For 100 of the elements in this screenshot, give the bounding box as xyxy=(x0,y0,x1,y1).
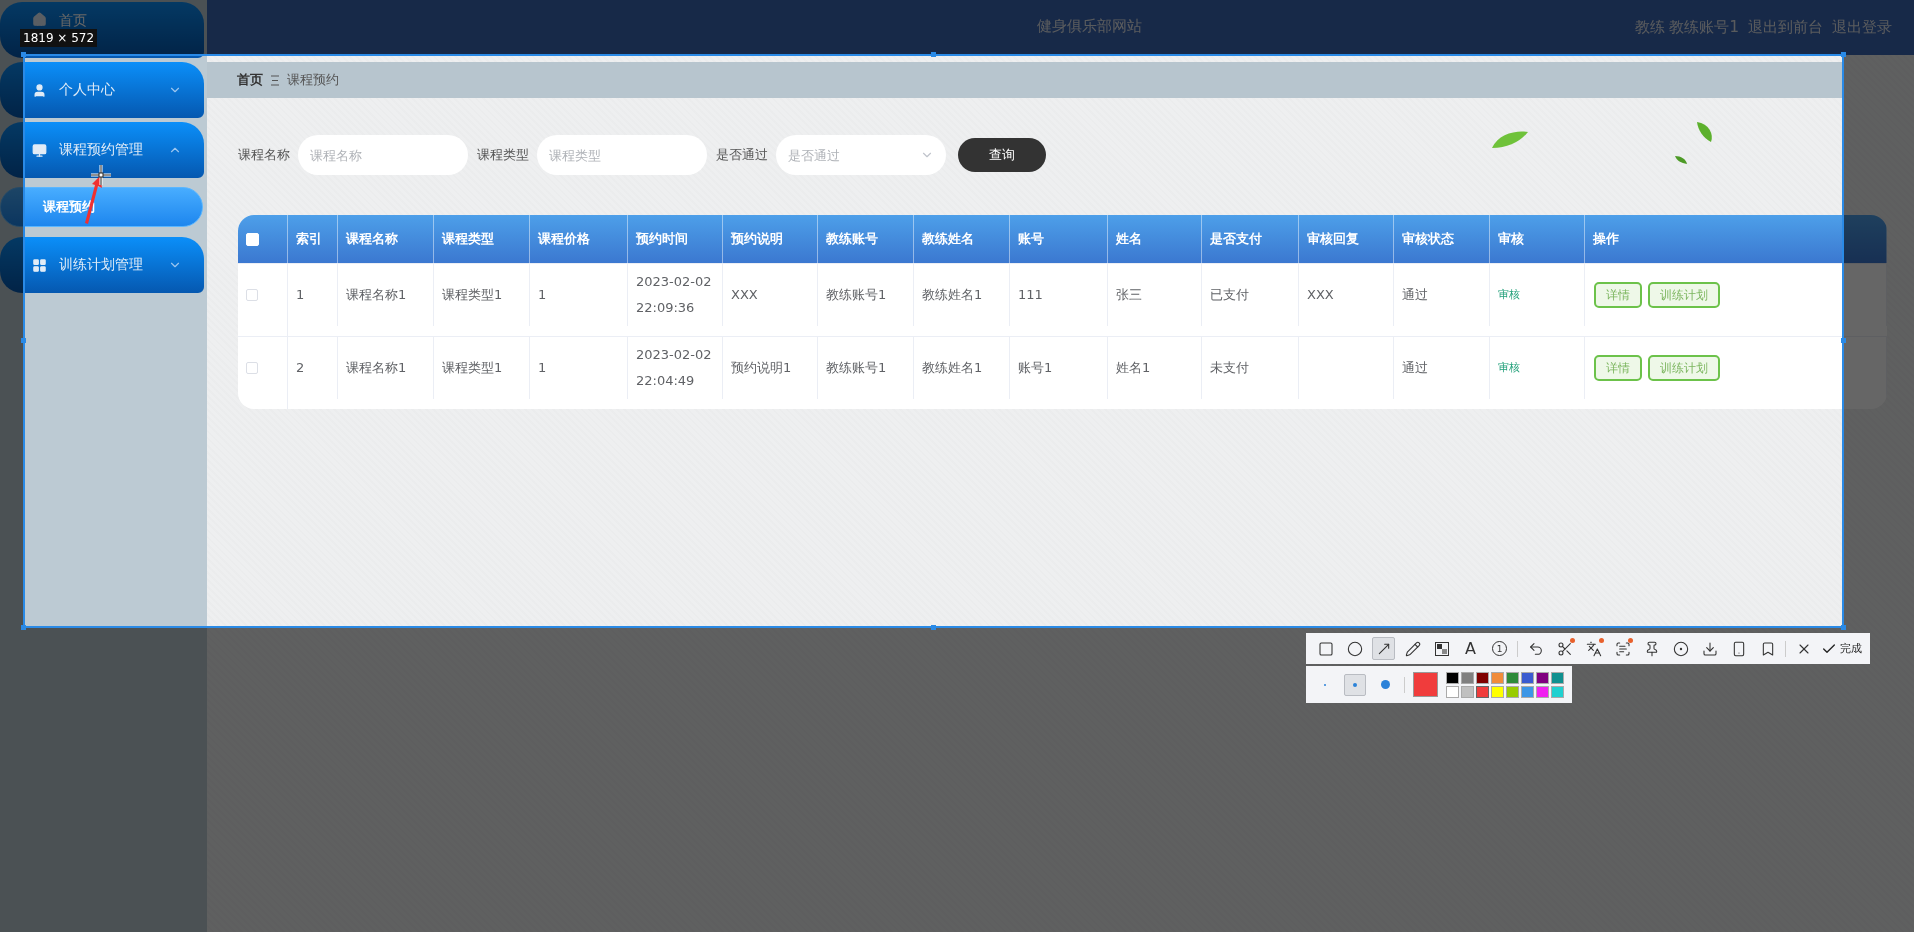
plan-button[interactable]: 训练计划 xyxy=(1648,282,1720,308)
pencil-icon xyxy=(1404,640,1421,657)
resize-handle[interactable] xyxy=(931,625,936,630)
color-swatch[interactable] xyxy=(1491,685,1504,698)
color-swatch[interactable] xyxy=(1521,685,1534,698)
column-header: 课程价格 xyxy=(530,215,628,263)
badge-dot xyxy=(1599,638,1604,643)
table-cell-text: 张三 xyxy=(1116,286,1142,304)
table-cell-text: 课程类型1 xyxy=(442,286,503,304)
nav-icon xyxy=(32,142,47,158)
resize-handle[interactable] xyxy=(21,338,26,343)
color-swatch[interactable] xyxy=(1491,671,1504,684)
table-cell-text: 教练账号1 xyxy=(826,286,887,304)
plan-button[interactable]: 训练计划 xyxy=(1648,355,1720,381)
breadcrumb-item: 课程预约 xyxy=(287,71,339,89)
color-swatch[interactable] xyxy=(1476,685,1489,698)
table-cell-text: 2023-02-02 22:04:49 xyxy=(636,346,713,390)
table-cell-text: 已支付 xyxy=(1210,286,1249,304)
toolbar-button[interactable]: A xyxy=(1459,637,1482,660)
breadcrumb-item[interactable]: 首页 xyxy=(237,71,263,89)
table-cell-text: 预约说明1 xyxy=(731,359,792,377)
table-cell-text: 111 xyxy=(1018,286,1043,304)
toolbar-button[interactable] xyxy=(1372,637,1395,660)
mosaic-icon xyxy=(1434,641,1449,656)
table-cell-text: 账号1 xyxy=(1018,359,1053,377)
leaf-icon xyxy=(1674,155,1688,165)
header-link[interactable]: 退出登录 xyxy=(1832,18,1892,37)
table-cell-text: 教练姓名1 xyxy=(922,286,983,304)
color-swatch[interactable] xyxy=(1446,685,1459,698)
table-cell-text: XXX xyxy=(731,286,758,304)
select-all-checkbox[interactable] xyxy=(246,232,259,246)
column-header: 课程类型 xyxy=(434,215,530,263)
sidebar-item[interactable]: 课程预约管理 xyxy=(0,122,204,178)
column-header: 预约说明 xyxy=(723,215,818,263)
search-button[interactable]: 查询 xyxy=(958,138,1046,172)
table-cell-text: 1 xyxy=(538,359,547,377)
details-button[interactable]: 详情 xyxy=(1594,282,1642,308)
select-field[interactable]: 是否通过 xyxy=(776,135,946,175)
column-header: 是否支付 xyxy=(1202,215,1299,263)
column-header: 审核 xyxy=(1490,215,1585,263)
color-swatch[interactable] xyxy=(1506,671,1519,684)
row-checkbox[interactable] xyxy=(246,362,258,374)
table-cell-text: 1 xyxy=(296,286,305,304)
badge-dot xyxy=(1570,638,1575,643)
resize-handle[interactable] xyxy=(1841,52,1846,57)
badge-dot xyxy=(1628,638,1633,643)
color-swatch[interactable] xyxy=(1506,685,1519,698)
review-link[interactable]: 审核 xyxy=(1498,282,1520,308)
color-swatch[interactable] xyxy=(1551,671,1564,684)
done-button[interactable]: 完成 xyxy=(1821,640,1862,657)
search-field[interactable]: 课程类型 xyxy=(537,135,707,175)
column-header: 课程名称 xyxy=(338,215,434,263)
leaf-icon xyxy=(1695,120,1715,144)
column-header: 操作 xyxy=(1585,215,1887,263)
sidebar-item[interactable]: 个人中心 xyxy=(0,62,204,118)
site-title: 健身俱乐部网站 xyxy=(1037,17,1142,36)
color-swatch[interactable] xyxy=(1536,671,1549,684)
header-link[interactable]: 退出到前台 xyxy=(1748,18,1823,37)
column-header: 教练姓名 xyxy=(914,215,1010,263)
current-color[interactable] xyxy=(1413,672,1438,697)
resize-handle[interactable] xyxy=(1841,625,1846,630)
resize-handle[interactable] xyxy=(931,52,936,57)
nav-icon xyxy=(32,257,47,273)
scissors-icon xyxy=(1556,640,1573,657)
column-header: 索引 xyxy=(288,215,338,263)
review-link[interactable]: 审核 xyxy=(1498,355,1520,381)
crosshair-cursor-icon xyxy=(90,164,112,186)
text-tool-glyph: A xyxy=(1465,639,1476,658)
color-swatch[interactable] xyxy=(1551,685,1564,698)
download-icon xyxy=(1701,640,1718,657)
column-header: 预约时间 xyxy=(628,215,723,263)
column-header: 账号 xyxy=(1010,215,1108,263)
separator-icon xyxy=(271,74,279,86)
selection-frame[interactable] xyxy=(23,54,1844,628)
selection-size: 1819 × 572 xyxy=(20,29,98,47)
table-cell-text: 未支付 xyxy=(1210,359,1249,377)
color-swatch[interactable] xyxy=(1461,685,1474,698)
table-cell-text: 通过 xyxy=(1402,286,1428,304)
details-button[interactable]: 详情 xyxy=(1594,355,1642,381)
color-swatch[interactable] xyxy=(1461,671,1474,684)
color-swatch[interactable] xyxy=(1446,671,1459,684)
resize-handle[interactable] xyxy=(21,52,26,57)
column-header: 教练账号 xyxy=(818,215,914,263)
table-cell-text: 课程名称1 xyxy=(346,286,407,304)
color-swatch[interactable] xyxy=(1536,685,1549,698)
row-checkbox[interactable] xyxy=(246,289,258,301)
sidebar-item[interactable]: 训练计划管理 xyxy=(0,237,204,293)
table-cell-text: 2023-02-02 22:09:36 xyxy=(636,273,713,317)
translate-icon xyxy=(1585,640,1602,657)
nav-icon xyxy=(32,82,47,98)
resize-handle[interactable] xyxy=(21,625,26,630)
table-cell-text: 教练姓名1 xyxy=(922,359,983,377)
resize-handle[interactable] xyxy=(1841,338,1846,343)
brush-size-button[interactable] xyxy=(1344,673,1366,696)
nav-icon xyxy=(32,12,47,27)
undo-icon xyxy=(1527,640,1544,657)
color-swatch[interactable] xyxy=(1521,671,1534,684)
filter-label: 是否通过 xyxy=(716,146,768,164)
search-field[interactable]: 课程名称 xyxy=(298,135,468,175)
color-swatch[interactable] xyxy=(1476,671,1489,684)
